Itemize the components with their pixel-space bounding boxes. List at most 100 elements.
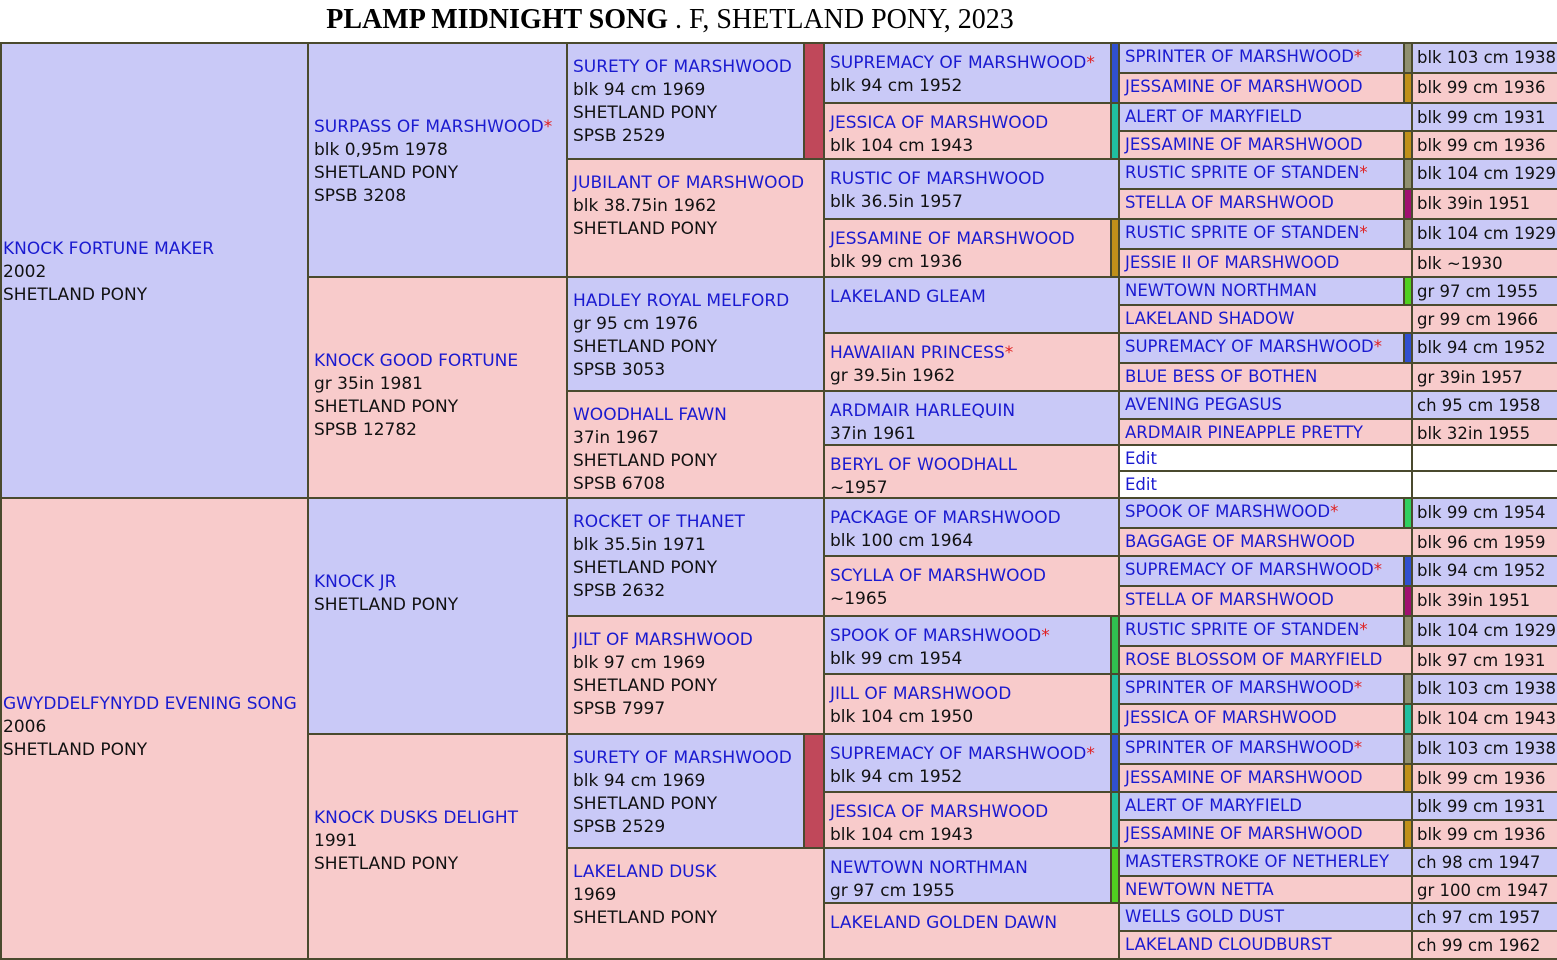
horse-name-link[interactable]: SURETY OF MARSHWOOD [573, 748, 792, 768]
color-bar [803, 44, 823, 158]
horse-name-link[interactable]: LAKELAND GLEAM [830, 287, 986, 307]
horse-detail-line: SHETLAND PONY [314, 854, 459, 874]
horse-name-link[interactable]: ARDMAIR PINEAPPLE PRETTY [1125, 423, 1363, 442]
horse-name-link[interactable]: LAKELAND GOLDEN DAWN [830, 913, 1057, 933]
star-marker: * [1041, 626, 1050, 646]
horse-name-link[interactable]: JESSICA OF MARSHWOOD [1125, 708, 1337, 727]
horse-name-link[interactable]: RUSTIC SPRITE OF STANDEN [1125, 163, 1359, 182]
horse-name-link[interactable]: JUBILANT OF MARSHWOOD [573, 173, 804, 193]
horse-info-text: blk 104 cm 1929 [1417, 164, 1556, 183]
horse-name-link[interactable]: KNOCK FORTUNE MAKER [3, 239, 214, 259]
horse-name-link[interactable]: SCYLLA OF MARSHWOOD [830, 566, 1046, 586]
edit-link[interactable]: Edit [1125, 449, 1157, 468]
horse-name-link[interactable]: SUPREMACY OF MARSHWOOD [830, 744, 1086, 764]
horse-name-link[interactable]: JESSAMINE OF MARSHWOOD [1125, 824, 1363, 843]
horse-name-link[interactable]: ROSE BLOSSOM OF MARYFIELD [1125, 650, 1382, 669]
horse-name-link[interactable]: PACKAGE OF MARSHWOOD [830, 508, 1061, 528]
edit-link[interactable]: Edit [1125, 475, 1157, 494]
horse-name-link[interactable]: JESSICA OF MARSHWOOD [830, 113, 1048, 133]
horse-name-link[interactable]: HAWAIIAN PRINCESS [830, 343, 1005, 363]
horse-name-link[interactable]: KNOCK GOOD FORTUNE [314, 351, 518, 371]
horse-name-link[interactable]: HADLEY ROYAL MELFORD [573, 291, 789, 311]
horse-name-link[interactable]: SUPREMACY OF MARSHWOOD [1125, 337, 1374, 356]
star-marker: * [1086, 744, 1095, 764]
horse-detail-line: SHETLAND PONY [573, 676, 718, 696]
horse-name-link[interactable]: LAKELAND CLOUDBURST [1125, 935, 1332, 954]
horse-name-link[interactable]: SPRINTER OF MARSHWOOD [1125, 738, 1354, 757]
horse-info-cell: blk 96 cm 1959 [1411, 527, 1557, 557]
horse-name-link[interactable]: GWYDDELFYNYDD EVENING SONG [3, 694, 297, 714]
horse-info-cell: blk 99 cm 1936 [1411, 130, 1557, 160]
horse-name-link[interactable]: KNOCK DUSKS DELIGHT [314, 808, 518, 828]
horse-name-link[interactable]: WOODHALL FAWN [573, 405, 727, 425]
horse-info-cell [1411, 444, 1557, 472]
horse-name-link[interactable]: SUPREMACY OF MARSHWOOD [1125, 560, 1374, 579]
horse-name-link[interactable]: KNOCK JR [314, 572, 397, 592]
color-bar [1110, 220, 1118, 276]
color-bar [1403, 735, 1411, 763]
horse-name-link[interactable]: LAKELAND SHADOW [1125, 309, 1294, 328]
horse-detail-line: SPSB 2529 [573, 126, 666, 146]
pedigree-cell-gen5: Edit [1118, 470, 1413, 499]
horse-name-link[interactable]: RUSTIC OF MARSHWOOD [830, 169, 1045, 189]
horse-info-text: ch 98 cm 1947 [1417, 853, 1541, 872]
horse-name-link[interactable]: BAGGAGE OF MARSHWOOD [1125, 532, 1355, 551]
pedigree-cell-gen4: SUPREMACY OF MARSHWOOD* blk 94 cm 1952 [823, 733, 1120, 793]
horse-name-link[interactable]: JESSAMINE OF MARSHWOOD [830, 229, 1075, 249]
horse-info-cell: blk 99 cm 1931 [1411, 791, 1557, 821]
horse-detail-line: SHETLAND PONY [3, 740, 148, 760]
horse-name-link[interactable]: RUSTIC SPRITE OF STANDEN [1125, 620, 1359, 639]
horse-name-link[interactable]: SPRINTER OF MARSHWOOD [1125, 678, 1354, 697]
horse-name-link[interactable]: MASTERSTROKE OF NETHERLEY [1125, 852, 1389, 871]
horse-name-link[interactable]: JILL OF MARSHWOOD [830, 684, 1011, 704]
color-bar [1110, 104, 1118, 158]
horse-name-link[interactable]: JESSAMINE OF MARSHWOOD [1125, 768, 1363, 787]
star-marker: * [1359, 620, 1368, 639]
horse-name-link[interactable]: SPRINTER OF MARSHWOOD [1125, 47, 1354, 66]
horse-name-link[interactable]: ALERT OF MARYFIELD [1125, 107, 1302, 126]
pedigree-cell-gen3: WOODHALL FAWN 37in 1967 SHETLAND PONY SPSB … [566, 390, 825, 499]
horse-name-link[interactable]: NEWTOWN NORTHMAN [830, 858, 1028, 878]
horse-info-text: blk 104 cm 1929 [1417, 621, 1556, 640]
pedigree-cell-gen4: LAKELAND GLEAM [823, 276, 1120, 334]
horse-info-cell: blk 103 cm 1938 [1411, 673, 1557, 705]
horse-name-link[interactable]: JESSAMINE OF MARSHWOOD [1125, 135, 1363, 154]
horse-name-link[interactable]: BERYL OF WOODHALL [830, 455, 1017, 475]
horse-name-link[interactable]: JESSIE II OF MARSHWOOD [1125, 253, 1339, 272]
horse-name-link[interactable]: ARDMAIR HARLEQUIN [830, 401, 1015, 421]
horse-name-link[interactable]: ALERT OF MARYFIELD [1125, 796, 1302, 815]
horse-detail-line: SHETLAND PONY [314, 397, 459, 417]
pedigree-cell-gen2: KNOCK GOOD FORTUNE gr 35in 1981 SHETLAND P… [307, 276, 568, 499]
horse-name-link[interactable]: SUPREMACY OF MARSHWOOD [830, 53, 1086, 73]
horse-name-link[interactable]: STELLA OF MARSHWOOD [1125, 193, 1334, 212]
horse-name-link[interactable]: SPOOK OF MARSHWOOD [1125, 502, 1330, 521]
horse-detail-line: blk 35.5in 1971 [573, 535, 706, 555]
horse-name-link[interactable]: SURETY OF MARSHWOOD [573, 57, 792, 77]
horse-detail-line: SPSB 2529 [573, 817, 666, 837]
horse-name-link[interactable]: AVENING PEGASUS [1125, 395, 1282, 414]
horse-name-link[interactable]: NEWTOWN NETTA [1125, 880, 1274, 899]
horse-info-cell: blk 99 cm 1931 [1411, 102, 1557, 132]
horse-name-link[interactable]: SPOOK OF MARSHWOOD [830, 626, 1041, 646]
horse-name-link[interactable]: RUSTIC SPRITE OF STANDEN [1125, 223, 1359, 242]
color-bar [1403, 190, 1411, 218]
horse-name-link[interactable]: WELLS GOLD DUST [1125, 907, 1284, 926]
horse-name-link[interactable]: STELLA OF MARSHWOOD [1125, 590, 1334, 609]
star-marker: * [1353, 47, 1363, 66]
horse-name-link[interactable]: JILT OF MARSHWOOD [573, 630, 753, 650]
color-bar [1403, 74, 1411, 102]
horse-detail-line: SPSB 3208 [314, 186, 407, 206]
horse-name-link[interactable]: LAKELAND DUSK [573, 862, 717, 882]
horse-name-link[interactable]: ROCKET OF THANET [573, 512, 745, 532]
horse-info-cell: ch 95 cm 1958 [1411, 390, 1557, 420]
horse-name-link[interactable]: SURPASS OF MARSHWOOD [314, 117, 544, 137]
pedigree-cell-gen2: SURPASS OF MARSHWOOD* blk 0,95m 1978 SHETL… [307, 42, 568, 278]
horse-name-link[interactable]: JESSAMINE OF MARSHWOOD [1125, 77, 1363, 96]
horse-name-link[interactable]: BLUE BESS OF BOTHEN [1125, 367, 1317, 386]
horse-info-cell: blk 99 cm 1954 [1411, 497, 1557, 529]
horse-name-link[interactable]: JESSICA OF MARSHWOOD [830, 802, 1048, 822]
star-marker: * [1359, 163, 1368, 182]
horse-detail-line: blk 104 cm 1950 [830, 707, 974, 727]
horse-info-cell: blk 39in 1951 [1411, 585, 1557, 617]
horse-name-link[interactable]: NEWTOWN NORTHMAN [1125, 281, 1317, 300]
